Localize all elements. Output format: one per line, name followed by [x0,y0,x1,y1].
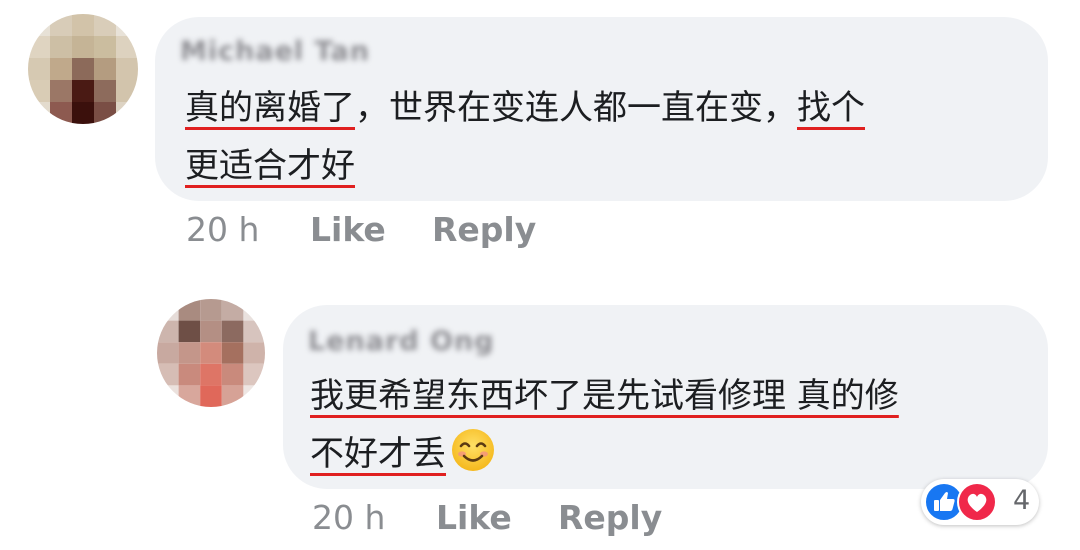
comment-text: 我更希望东西坏了是先试看修理 真的修 不好才丢 [310,367,1030,483]
avatar[interactable] [157,299,265,407]
comment-text-segment: 真的离婚了 [185,88,355,128]
comment-text-segment: 找个 [797,88,865,128]
avatar[interactable] [28,14,138,124]
comment-timestamp[interactable]: 20 h [186,210,259,249]
comment-text-segment: 更适合才好 [185,146,355,186]
reply-button[interactable]: Reply [432,210,536,249]
reply-button[interactable]: Reply [558,498,662,537]
comment-thread: Michael Tan 真的离婚了，世界在变连人都一直在变，找个更适合才好 20… [0,0,1080,550]
comment-text: 真的离婚了，世界在变连人都一直在变，找个更适合才好 [185,79,1015,195]
like-button[interactable]: Like [310,210,386,249]
reaction-summary[interactable]: 4 [921,479,1039,525]
reaction-count: 4 [1013,485,1031,516]
smiling-face-icon [452,429,494,471]
comment-author[interactable]: Michael Tan [180,36,370,67]
comment-timestamp[interactable]: 20 h [312,498,385,537]
comment-author[interactable]: Lenard Ong [308,326,495,357]
comment-text-segment: ，世界在变连人都一直在变， [355,88,797,128]
like-button[interactable]: Like [436,498,512,537]
comment-text-segment: 我更希望东西坏了是先试看修理 真的修 [310,376,899,416]
love-reaction-icon [957,482,997,522]
comment-text-segment: 不好才丢 [310,434,446,474]
